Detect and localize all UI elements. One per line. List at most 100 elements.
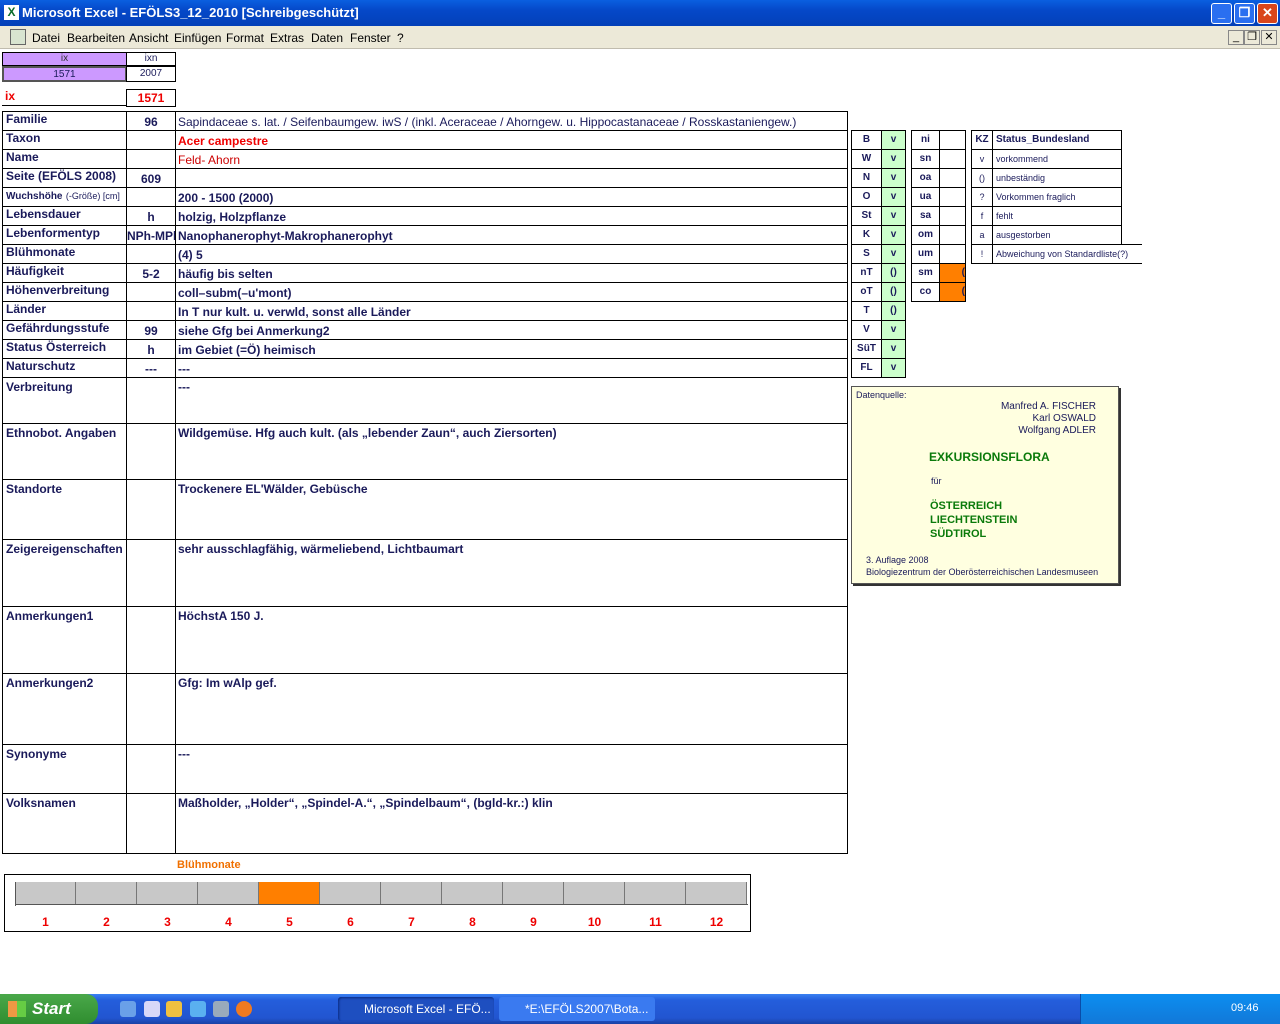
quicklaunch-ie-icon[interactable] xyxy=(120,1001,136,1017)
menu-daten[interactable]: Daten xyxy=(311,31,343,45)
row-code[interactable]: h xyxy=(126,206,176,226)
row-code[interactable]: --- xyxy=(126,358,176,378)
state-value[interactable]: () xyxy=(881,301,906,321)
section-value[interactable]: Gfg: Im wAlp gef. xyxy=(175,673,848,745)
section-value[interactable]: --- xyxy=(175,377,848,424)
menu-datei[interactable]: Datei xyxy=(32,31,60,45)
row-label: Wuchshöhe (-Größe) [cm] xyxy=(2,187,127,207)
state-value[interactable]: v xyxy=(881,320,906,340)
ixn-value-cell[interactable]: 2007 xyxy=(126,66,176,82)
row-code[interactable] xyxy=(126,130,176,150)
maximize-button[interactable]: ❐ xyxy=(1234,3,1255,24)
section-code[interactable] xyxy=(126,793,176,854)
state-value[interactable]: () xyxy=(881,263,906,283)
row-value[interactable] xyxy=(175,168,848,188)
row-value[interactable]: coll–subm(–u'mont) xyxy=(175,282,848,302)
row-code[interactable]: 5-2 xyxy=(126,263,176,283)
row-code[interactable]: NPh-MPh xyxy=(126,225,176,245)
row-code[interactable]: 96 xyxy=(126,111,176,131)
row-value[interactable]: 200 - 1500 (2000) xyxy=(175,187,848,207)
clock[interactable]: 09:46 xyxy=(1231,1002,1259,1014)
menu-bearbeiten[interactable]: Bearbeiten xyxy=(67,31,125,45)
state-code: O xyxy=(851,187,882,207)
section-code[interactable] xyxy=(126,479,176,540)
quicklaunch-firefox-icon[interactable] xyxy=(236,1001,252,1017)
task-explorer[interactable]: *E:\EFÖLS2007\Bota... xyxy=(499,997,655,1021)
state-value[interactable]: v xyxy=(881,358,906,378)
section-code[interactable] xyxy=(126,539,176,607)
region-value[interactable] xyxy=(939,244,966,264)
section-code[interactable] xyxy=(126,423,176,480)
region-value[interactable]: ( xyxy=(939,263,966,283)
row-label: Lebenformentyp xyxy=(2,225,127,245)
state-value[interactable]: v xyxy=(881,339,906,359)
section-code[interactable] xyxy=(126,606,176,674)
menu-help[interactable]: ? xyxy=(397,31,404,45)
region-value[interactable] xyxy=(939,130,966,150)
row-value[interactable]: häufig bis selten xyxy=(175,263,848,283)
state-value[interactable]: () xyxy=(881,282,906,302)
row-value[interactable]: Sapindaceae s. lat. / Seifenbaumgew. iwS… xyxy=(175,111,848,131)
row-value[interactable]: Feld- Ahorn xyxy=(175,149,848,169)
ix-value[interactable]: 1571 xyxy=(126,89,176,107)
row-value[interactable]: (4) 5 xyxy=(175,244,848,264)
state-value[interactable]: v xyxy=(881,149,906,169)
section-value[interactable]: sehr ausschlagfähig, wärmeliebend, Licht… xyxy=(175,539,848,607)
ixn-header[interactable]: ixn xyxy=(126,52,176,66)
row-value[interactable]: Acer campestre xyxy=(175,130,848,150)
ix-header[interactable]: ix xyxy=(2,52,127,66)
quicklaunch-mail-icon[interactable] xyxy=(213,1001,229,1017)
mdi-minimize-button[interactable]: _ xyxy=(1228,30,1244,45)
task-excel[interactable]: Microsoft Excel - EFÖ... xyxy=(338,997,494,1021)
menu-ansicht[interactable]: Ansicht xyxy=(129,31,168,45)
row-value[interactable]: im Gebiet (=Ö) heimisch xyxy=(175,339,848,359)
section-code[interactable] xyxy=(126,744,176,794)
row-code[interactable] xyxy=(126,187,176,207)
close-button[interactable]: ✕ xyxy=(1257,3,1278,24)
region-value[interactable] xyxy=(939,168,966,188)
quicklaunch-media-icon[interactable] xyxy=(166,1001,182,1017)
menu-einfuegen[interactable]: Einfügen xyxy=(174,31,221,45)
row-code[interactable] xyxy=(126,282,176,302)
row-code[interactable] xyxy=(126,301,176,321)
quicklaunch-desktop-icon[interactable] xyxy=(144,1001,160,1017)
region-value[interactable] xyxy=(939,187,966,207)
ix-value-cell[interactable]: 1571 xyxy=(2,66,127,82)
section-value[interactable]: Maßholder, „Holder“, „Spindel-A.“, „Spin… xyxy=(175,793,848,854)
mdi-close-button[interactable]: ✕ xyxy=(1261,30,1277,45)
minimize-button[interactable]: _ xyxy=(1211,3,1232,24)
state-value[interactable]: v xyxy=(881,187,906,207)
state-value[interactable]: v xyxy=(881,168,906,188)
row-code[interactable]: 99 xyxy=(126,320,176,340)
state-value[interactable]: v xyxy=(881,130,906,150)
region-value[interactable] xyxy=(939,225,966,245)
region-value[interactable] xyxy=(939,206,966,226)
row-code[interactable]: h xyxy=(126,339,176,359)
section-value[interactable]: --- xyxy=(175,744,848,794)
row-value[interactable]: siehe Gfg bei Anmerkung2 xyxy=(175,320,848,340)
region-value[interactable]: ( xyxy=(939,282,966,302)
section-code[interactable] xyxy=(126,673,176,745)
quicklaunch-browser-icon[interactable] xyxy=(190,1001,206,1017)
row-value[interactable]: Nanophanerophyt-Makrophanerophyt xyxy=(175,225,848,245)
row-value[interactable]: holzig, Holzpflanze xyxy=(175,206,848,226)
section-value[interactable]: Trockenere EL'Wälder, Gebüsche xyxy=(175,479,848,540)
region-value[interactable] xyxy=(939,149,966,169)
section-code[interactable] xyxy=(126,377,176,424)
document-icon[interactable] xyxy=(10,29,26,45)
mdi-restore-button[interactable]: ❐ xyxy=(1244,30,1260,45)
state-value[interactable]: v xyxy=(881,244,906,264)
menu-extras[interactable]: Extras xyxy=(270,31,304,45)
row-code[interactable]: 609 xyxy=(126,168,176,188)
menu-format[interactable]: Format xyxy=(226,31,264,45)
row-code[interactable] xyxy=(126,244,176,264)
section-value[interactable]: HöchstA 150 J. xyxy=(175,606,848,674)
menu-fenster[interactable]: Fenster xyxy=(350,31,391,45)
state-value[interactable]: v xyxy=(881,225,906,245)
state-value[interactable]: v xyxy=(881,206,906,226)
row-code[interactable] xyxy=(126,149,176,169)
row-value[interactable]: In T nur kult. u. verwld, sonst alle Län… xyxy=(175,301,848,321)
section-value[interactable]: Wildgemüse. Hfg auch kult. (als „lebende… xyxy=(175,423,848,480)
start-button[interactable]: Start xyxy=(0,994,98,1024)
row-value[interactable]: --- xyxy=(175,358,848,378)
